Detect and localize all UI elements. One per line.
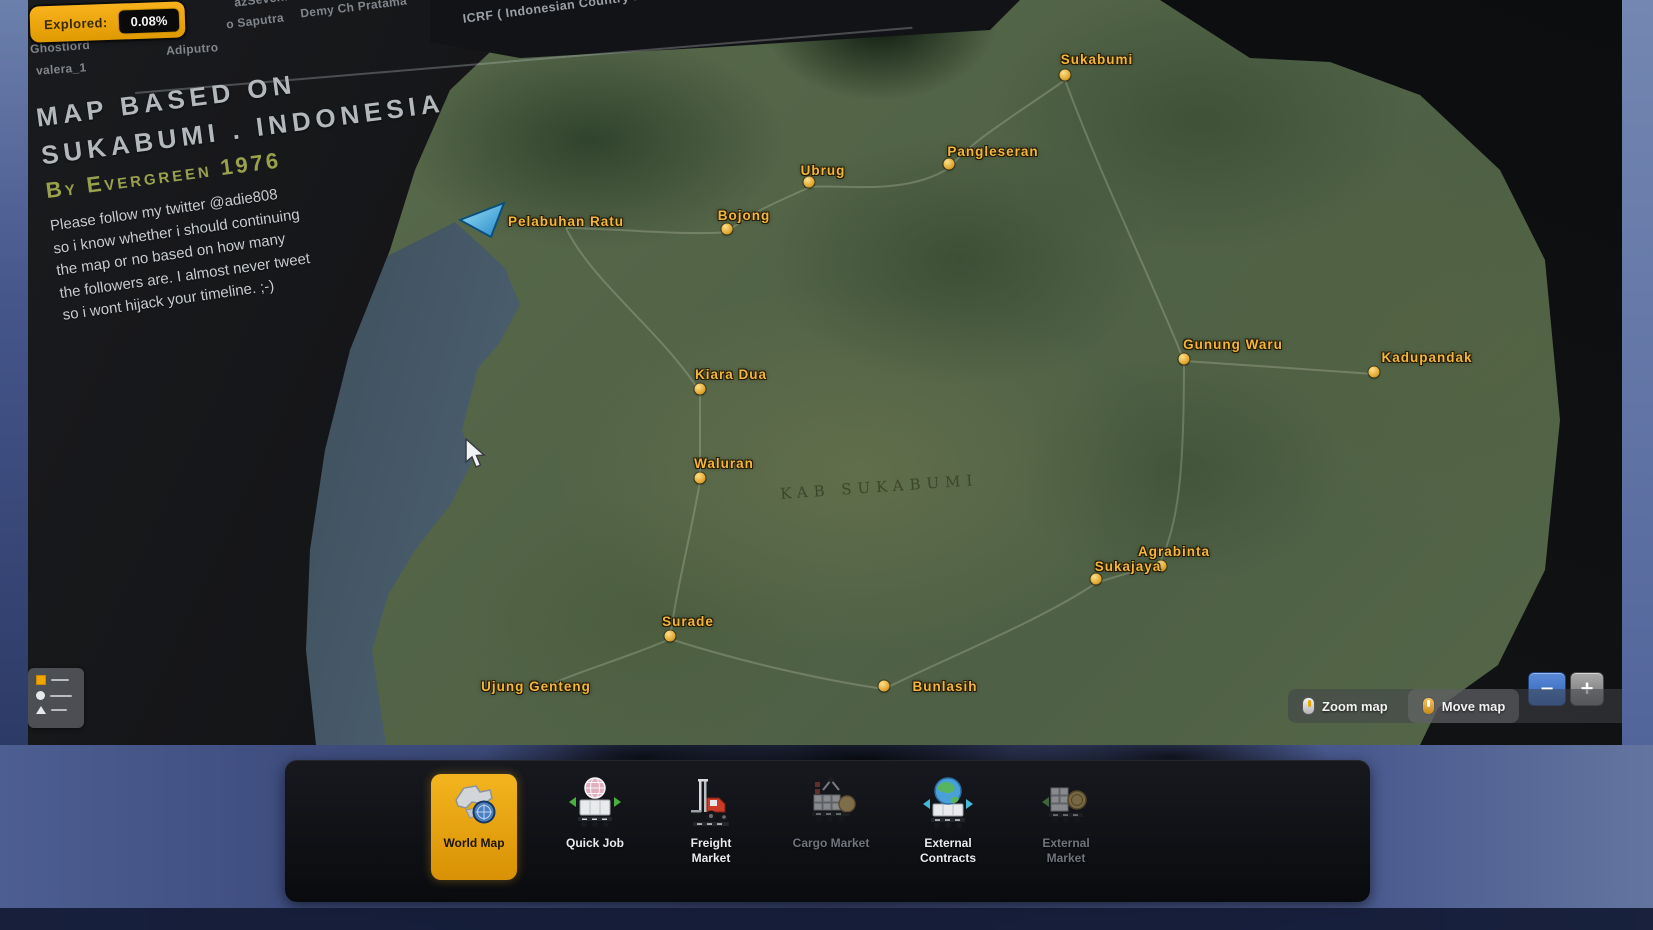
city-marker [665, 631, 676, 642]
mouse-cursor [464, 438, 488, 470]
tab-freight-market[interactable]: FreightMarket [655, 774, 767, 880]
legend-city-icon [36, 675, 46, 685]
tab-label: ExternalContracts [920, 836, 976, 866]
city-marker [879, 681, 890, 692]
tab-label: ExternalMarket [1042, 836, 1089, 866]
city-label-sukajaya: Sukajaya [1095, 559, 1162, 574]
legend-text-bar [51, 709, 67, 711]
cargo-market-icon [803, 774, 859, 830]
legend-row [36, 706, 76, 714]
city-label-ubrug: Ubrug [801, 163, 846, 178]
mouse-wheel-icon [1302, 697, 1315, 715]
world-map-icon [446, 774, 502, 830]
zoom-map-label: Zoom map [1322, 699, 1388, 714]
tab-external-contracts[interactable]: ExternalContracts [892, 774, 1004, 880]
city-label-bunlasih: Bunlasih [912, 679, 977, 694]
map-mouse-hints: Zoom map Move map [1288, 689, 1653, 723]
tab-cargo-market[interactable]: Cargo Market [775, 774, 887, 880]
legend-dot-icon [36, 691, 45, 700]
city-marker [722, 224, 733, 235]
legend-text-bar [51, 679, 69, 681]
world-map-screen: Ghostlord valera_1 Adiputro o Saputra De… [0, 0, 1653, 745]
city-label-ujung-genteng: Ujung Genteng [481, 679, 591, 694]
city-marker [944, 159, 955, 170]
external-market-icon [1038, 774, 1094, 830]
mouse-drag-icon [1422, 697, 1435, 715]
game-window: Ghostlord valera_1 Adiputro o Saputra De… [0, 0, 1653, 930]
city-marker [1091, 574, 1102, 585]
tab-world-map[interactable]: World Map [431, 774, 517, 880]
city-marker [1179, 354, 1190, 365]
city-label-pelabuhan-ratu: Pelabuhan Ratu [508, 214, 624, 229]
explored-badge: Explored: 0.08% [29, 1, 186, 42]
tab-label: Cargo Market [793, 836, 870, 851]
external-contracts-icon [920, 774, 976, 830]
move-map-hint: Move map [1408, 689, 1520, 723]
tab-label: World Map [443, 836, 504, 851]
city-marker [695, 473, 706, 484]
legend-player-icon [36, 706, 46, 714]
city-label-kadupandak: Kadupandak [1381, 350, 1472, 365]
legend-row [36, 691, 76, 700]
freight-market-icon [683, 774, 739, 830]
bottom-bezel [0, 908, 1653, 930]
legend-text-bar [50, 695, 72, 697]
legend-row [36, 675, 76, 685]
tab-label: FreightMarket [691, 836, 732, 866]
city-label-agrabinta: Agrabinta [1138, 544, 1210, 559]
city-label-waluran: Waluran [694, 456, 754, 471]
city-marker [1369, 367, 1380, 378]
screen-edge-right [1622, 0, 1653, 745]
city-label-bojong: Bojong [718, 208, 771, 223]
explored-label: Explored: [44, 15, 108, 32]
zoom-map-hint: Zoom map [1288, 689, 1402, 723]
city-label-surade: Surade [662, 614, 714, 629]
move-map-label: Move map [1442, 699, 1506, 714]
tab-quick-job[interactable]: Quick Job [539, 774, 651, 880]
city-marker [1060, 70, 1071, 81]
screen-edge-left [0, 0, 28, 745]
tab-external-market[interactable]: ExternalMarket [1010, 774, 1122, 880]
city-label-gunung-waru: Gunung Waru [1183, 337, 1283, 352]
city-label-kiara-dua: Kiara Dua [695, 367, 767, 382]
tab-label: Quick Job [566, 836, 624, 851]
map-legend [28, 668, 84, 728]
city-label-pangleseran: Pangleseran [947, 144, 1038, 159]
quick-job-icon [567, 774, 623, 830]
city-marker [695, 384, 706, 395]
player-position-marker [458, 200, 508, 240]
city-marker [804, 177, 815, 188]
explored-value: 0.08% [117, 7, 181, 34]
city-label-sukabumi: Sukabumi [1061, 52, 1134, 67]
